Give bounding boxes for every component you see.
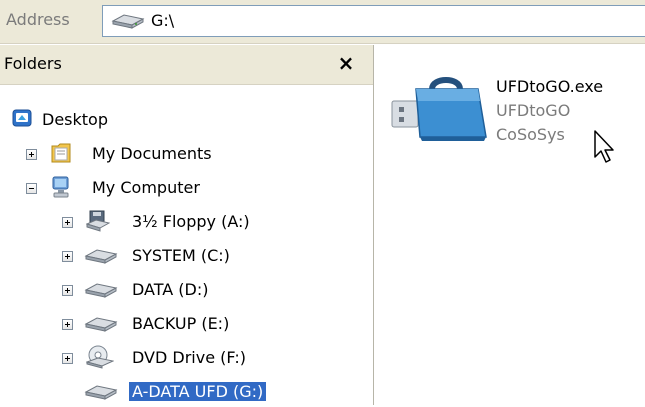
address-label: Address: [6, 10, 70, 29]
expand-toggle[interactable]: [62, 217, 73, 228]
tree-item-backup-e[interactable]: BACKUP (E:): [58, 311, 318, 339]
folders-pane: Folders × Desktop My Documents My Comput…: [0, 45, 374, 405]
tree-item-data-d[interactable]: DATA (D:): [58, 277, 318, 305]
tree-item-system-c[interactable]: SYSTEM (C:): [58, 243, 318, 271]
folders-header: Folders ×: [0, 45, 373, 85]
floppy-drive-icon: [85, 209, 111, 237]
tree-item-label: Desktop: [42, 110, 108, 129]
expand-toggle[interactable]: [62, 319, 73, 330]
file-company: CoSoSys: [496, 125, 565, 144]
tree-item-label: My Documents: [92, 144, 212, 163]
tree-item-label: My Computer: [92, 178, 200, 197]
address-bar: Address G:\: [0, 0, 645, 44]
tree-item-label: A-DATA UFD (G:): [129, 382, 267, 401]
content-pane: UFDtoGO.exe UFDtoGO CoSoSys: [374, 45, 645, 405]
drive-icon: [84, 316, 118, 336]
tree-item-label: DATA (D:): [132, 280, 209, 299]
drive-icon: [84, 248, 118, 268]
address-field[interactable]: G:\: [102, 5, 645, 37]
desktop-icon: [12, 108, 34, 134]
my-computer-icon: [50, 175, 72, 203]
tree-item-my-documents[interactable]: My Documents: [20, 141, 280, 169]
tree-item-label: 3½ Floppy (A:): [132, 212, 250, 231]
mouse-cursor-icon: [593, 129, 617, 169]
expand-toggle[interactable]: [62, 251, 73, 262]
folders-title: Folders: [4, 54, 62, 73]
expand-toggle[interactable]: [26, 149, 37, 160]
address-value: G:\: [151, 11, 175, 30]
ufdtogo-app-icon: [390, 75, 488, 149]
tree-item-label: DVD Drive (F:): [132, 348, 246, 367]
close-folders-button[interactable]: ×: [334, 51, 358, 75]
tree-item-floppy[interactable]: 3½ Floppy (A:): [58, 209, 318, 237]
tree-item-my-computer[interactable]: My Computer: [20, 175, 280, 203]
expand-toggle[interactable]: [62, 353, 73, 364]
drive-icon: [111, 13, 145, 33]
file-name: UFDtoGO.exe: [496, 77, 604, 96]
tree-item-label: BACKUP (E:): [132, 314, 230, 333]
drive-icon: [84, 384, 118, 404]
drive-icon: [84, 282, 118, 302]
tree-item-desktop[interactable]: Desktop: [10, 107, 270, 135]
dvd-drive-icon: [85, 345, 115, 373]
tree-item-adata-ufd-g[interactable]: A-DATA UFD (G:): [58, 379, 318, 407]
file-item-ufdtogo[interactable]: UFDtoGO.exe UFDtoGO CoSoSys: [374, 45, 645, 195]
tree-item-label: SYSTEM (C:): [132, 246, 230, 265]
my-documents-icon: [50, 141, 72, 169]
expand-toggle[interactable]: [62, 285, 73, 296]
file-description: UFDtoGO: [496, 101, 571, 120]
collapse-toggle[interactable]: [26, 183, 37, 194]
tree-item-dvd-f[interactable]: DVD Drive (F:): [58, 345, 318, 373]
